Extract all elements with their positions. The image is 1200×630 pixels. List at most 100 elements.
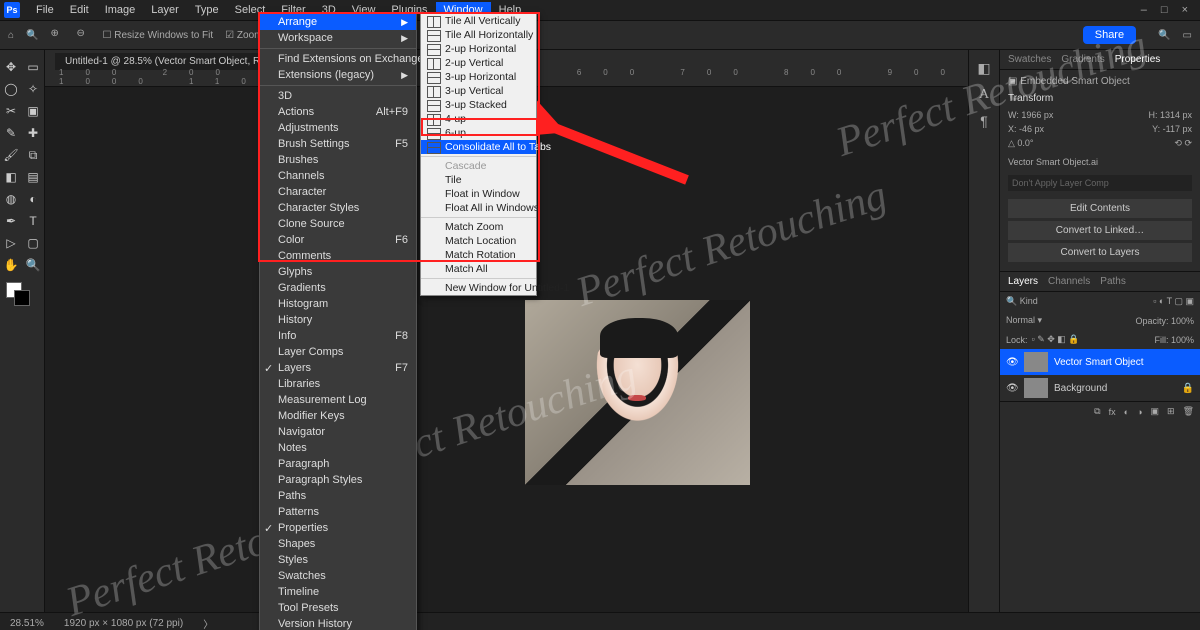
arrange-menu-item[interactable]: Match All xyxy=(421,262,536,276)
new-layer-icon[interactable]: ⊞ xyxy=(1167,406,1175,417)
zoom-out-icon[interactable]: ⊖ xyxy=(77,28,91,42)
search-icon[interactable]: 🔍 xyxy=(1158,30,1170,41)
zoom-tool2-icon[interactable]: 🔍 xyxy=(24,256,42,274)
window-menu-item[interactable]: ActionsAlt+F9 xyxy=(260,104,416,120)
maximize-icon[interactable]: □ xyxy=(1161,4,1168,16)
arrange-menu-item[interactable]: Float in Window xyxy=(421,187,536,201)
window-menu-item[interactable]: Character xyxy=(260,184,416,200)
layer-row[interactable]: 👁Vector Smart Object xyxy=(1000,349,1200,375)
mask-icon[interactable]: ◐ xyxy=(1124,407,1129,417)
tab-paths[interactable]: Paths xyxy=(1100,276,1126,287)
window-menu-item[interactable]: Layer Comps xyxy=(260,344,416,360)
path-tool-icon[interactable]: ▷ xyxy=(2,234,20,252)
tab-layers[interactable]: Layers xyxy=(1008,276,1038,287)
convert-layers-button[interactable]: Convert to Layers xyxy=(1008,243,1192,262)
convert-linked-button[interactable]: Convert to Linked… xyxy=(1008,221,1192,240)
dodge-tool-icon[interactable]: ◐ xyxy=(24,190,42,208)
window-menu-item[interactable]: Glyphs xyxy=(260,264,416,280)
window-menu-item[interactable]: Patterns xyxy=(260,504,416,520)
color-icon[interactable]: ◧ xyxy=(977,60,990,77)
tab-properties[interactable]: Properties xyxy=(1115,54,1161,65)
close-icon[interactable]: × xyxy=(1182,4,1188,16)
arrange-menu-item[interactable]: 3-up Horizontal xyxy=(421,70,536,84)
arrange-menu-item[interactable]: 2-up Vertical xyxy=(421,56,536,70)
hand-tool-icon[interactable]: ✋ xyxy=(2,256,20,274)
zoom-tool-icon[interactable]: 🔍 xyxy=(26,30,38,41)
window-menu-item[interactable]: Extensions (legacy)▶ xyxy=(260,67,416,83)
link-icon[interactable]: ⧉ xyxy=(1094,406,1100,417)
blend-mode-select[interactable]: Normal ▾ xyxy=(1006,315,1042,326)
menu-type[interactable]: Type xyxy=(187,2,227,18)
arrange-menu-item[interactable]: Match Zoom xyxy=(421,220,536,234)
window-menu-item[interactable]: Navigator xyxy=(260,424,416,440)
visibility-icon[interactable]: 👁 xyxy=(1006,357,1018,368)
window-menu-item[interactable]: Find Extensions on Exchange (legacy)… xyxy=(260,51,416,67)
edit-contents-button[interactable]: Edit Contents xyxy=(1008,199,1192,218)
fx-icon[interactable]: fx xyxy=(1109,407,1116,417)
arrange-menu-item[interactable]: 6-up xyxy=(421,126,536,140)
home-icon[interactable]: ⌂ xyxy=(8,30,14,41)
tab-channels[interactable]: Channels xyxy=(1048,276,1090,287)
window-menu-item[interactable]: Paragraph xyxy=(260,456,416,472)
window-menu-item[interactable]: Measurement Log xyxy=(260,392,416,408)
window-menu-item[interactable]: Comments xyxy=(260,248,416,264)
gradient-tool-icon[interactable]: ▤ xyxy=(24,168,42,186)
window-menu-item[interactable]: Clone Source xyxy=(260,216,416,232)
window-menu-item[interactable]: Histogram xyxy=(260,296,416,312)
window-menu-item[interactable]: Timeline xyxy=(260,584,416,600)
pen-tool-icon[interactable]: ✒ xyxy=(2,212,20,230)
window-menu-item[interactable]: Brushes xyxy=(260,152,416,168)
color-swatches[interactable] xyxy=(6,282,30,306)
arrange-menu-item[interactable]: 3-up Vertical xyxy=(421,84,536,98)
window-menu-item[interactable]: ColorF6 xyxy=(260,232,416,248)
window-menu-item[interactable]: Character Styles xyxy=(260,200,416,216)
layer-row[interactable]: 👁Background🔒 xyxy=(1000,375,1200,401)
tab-swatches[interactable]: Swatches xyxy=(1008,54,1051,65)
stamp-tool-icon[interactable]: ⧉ xyxy=(24,146,42,164)
window-menu-item[interactable]: Tool Presets xyxy=(260,600,416,616)
eyedropper-tool-icon[interactable]: ✎ xyxy=(2,124,20,142)
eraser-tool-icon[interactable]: ◧ xyxy=(2,168,20,186)
zoom-level[interactable]: 28.51% xyxy=(10,618,44,629)
window-menu-item[interactable]: Properties xyxy=(260,520,416,536)
window-menu-item[interactable]: Brush SettingsF5 xyxy=(260,136,416,152)
window-menu-item[interactable]: Modifier Keys xyxy=(260,408,416,424)
zoom-in-icon[interactable]: ⊕ xyxy=(51,28,65,42)
bell-icon[interactable]: ▭ xyxy=(1183,30,1192,41)
wand-tool-icon[interactable]: ✧ xyxy=(24,80,42,98)
window-menu-item[interactable]: Shapes xyxy=(260,536,416,552)
paragraph-icon[interactable]: ¶ xyxy=(980,113,988,129)
arrange-menu-item[interactable]: 4-up xyxy=(421,112,536,126)
marquee-tool-icon[interactable]: ▭ xyxy=(24,58,42,76)
shape-tool-icon[interactable]: ▢ xyxy=(24,234,42,252)
arrange-menu-item[interactable]: Match Location xyxy=(421,234,536,248)
arrange-menu-item[interactable]: Cascade xyxy=(421,159,536,173)
window-menu-item[interactable]: Styles xyxy=(260,552,416,568)
lasso-tool-icon[interactable]: ◯ xyxy=(2,80,20,98)
arrange-menu-item[interactable]: Tile All Horizontally xyxy=(421,28,536,42)
window-menu-item[interactable]: Arrange▶ xyxy=(260,14,416,30)
window-menu-item[interactable]: Version History xyxy=(260,616,416,630)
window-menu-item[interactable]: Libraries xyxy=(260,376,416,392)
arrange-menu-item[interactable]: Tile xyxy=(421,173,536,187)
crop-tool-icon[interactable]: ✂ xyxy=(2,102,20,120)
menu-layer[interactable]: Layer xyxy=(143,2,187,18)
minimize-icon[interactable]: – xyxy=(1141,4,1147,16)
visibility-icon[interactable]: 👁 xyxy=(1006,383,1018,394)
share-button[interactable]: Share xyxy=(1083,26,1136,44)
arrange-menu-item[interactable]: 2-up Horizontal xyxy=(421,42,536,56)
arrange-menu-item[interactable]: Float All in Windows xyxy=(421,201,536,215)
window-menu-item[interactable]: Gradients xyxy=(260,280,416,296)
type-icon[interactable]: A xyxy=(979,87,989,103)
trash-icon[interactable]: 🗑 xyxy=(1183,406,1194,417)
window-menu-item[interactable]: Channels xyxy=(260,168,416,184)
blur-tool-icon[interactable]: ◍ xyxy=(2,190,20,208)
window-menu-item[interactable]: Workspace▶ xyxy=(260,30,416,46)
canvas-image[interactable] xyxy=(525,300,750,485)
window-menu-item[interactable]: History xyxy=(260,312,416,328)
menu-image[interactable]: Image xyxy=(97,2,144,18)
type-tool-icon[interactable]: T xyxy=(24,212,42,230)
adjust-icon[interactable]: ◑ xyxy=(1137,407,1142,417)
frame-tool-icon[interactable]: ▣ xyxy=(24,102,42,120)
arrange-menu-item[interactable]: New Window for Untitled-1 xyxy=(421,281,536,295)
